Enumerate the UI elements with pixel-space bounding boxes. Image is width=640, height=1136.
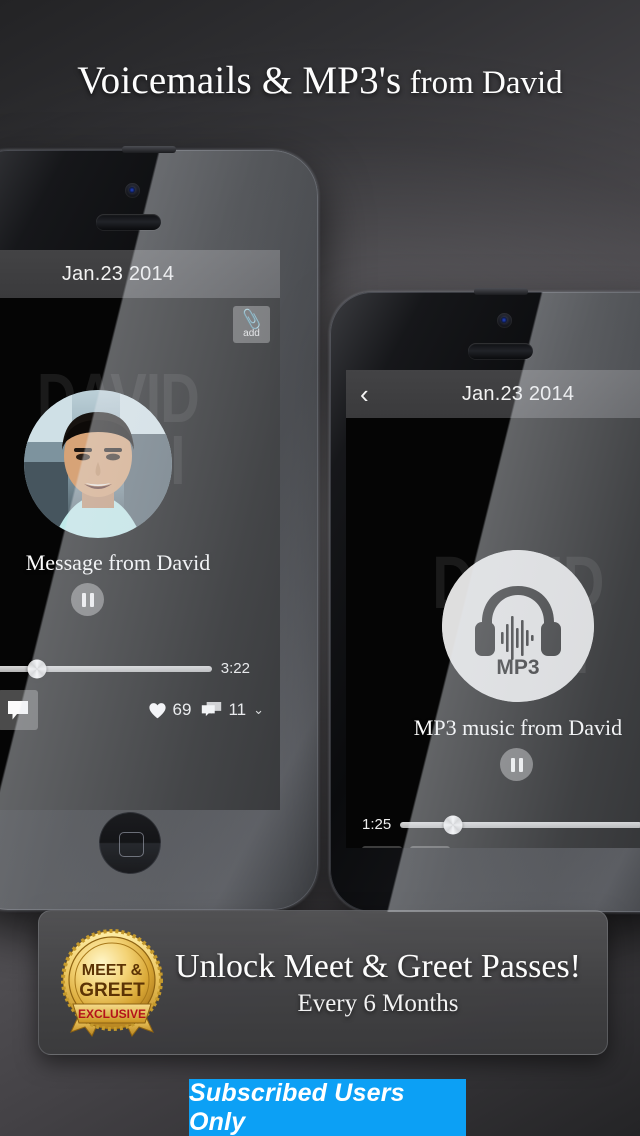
progress-knob[interactable] <box>27 659 47 678</box>
avatar[interactable] <box>24 390 172 538</box>
banner-subtitle: Every 6 Months <box>297 990 459 1018</box>
progress-knob[interactable] <box>443 815 463 834</box>
comment-count: 11 <box>228 700 247 719</box>
elapsed-time: 1:25 <box>362 816 392 833</box>
progress-track[interactable] <box>400 815 640 834</box>
front-camera-icon <box>497 313 512 328</box>
pause-icon-bar-1 <box>81 592 86 607</box>
heart-icon-small <box>148 702 166 718</box>
comment-button[interactable] <box>410 846 450 848</box>
nav-bar: ‹ Jan.23 2014 <box>346 370 640 418</box>
seal-line-1: MEET & <box>82 962 143 979</box>
avatar-photo <box>24 390 172 538</box>
speech-bubble-icon <box>8 701 28 720</box>
media-title: MP3 music from David <box>413 715 623 740</box>
page-title: Voicemails & MP3's from David <box>0 58 640 103</box>
front-camera-icon <box>125 183 140 198</box>
total-time: 3:22 <box>220 660 250 677</box>
add-attachment-button[interactable]: 📎 add <box>233 306 270 343</box>
pause-icon-bar-1 <box>510 757 515 772</box>
pause-button[interactable] <box>71 583 104 616</box>
action-row <box>362 846 458 848</box>
banner-text-block: Unlock Meet & Greet Passes! Every 6 Mont… <box>167 947 607 1018</box>
meet-greet-seal: MEET & GREET EXCLUSIVE <box>57 928 167 1038</box>
phone-mockup-voicemail: DAVID CHOI Jan.23 2014 📎 add <box>0 150 318 910</box>
media-title: Message from David <box>25 550 211 575</box>
page-title-primary: Voicemails & MP3's <box>77 59 402 102</box>
playback-progress[interactable]: 1:25 3:22 <box>362 815 640 834</box>
comments-icon <box>202 701 222 716</box>
nav-bar: Jan.23 2014 <box>0 250 280 298</box>
pause-icon-bar-2 <box>89 592 94 607</box>
cta-label: Subscribed Users Only <box>189 1078 405 1136</box>
home-button[interactable] <box>99 812 161 874</box>
paperclip-icon: 📎 <box>239 307 264 331</box>
phone-screen-mp3: DAVID CHOI ‹ Jan.23 2014 📎 add <box>346 370 640 848</box>
phone2-top-switch <box>474 288 528 295</box>
engagement-counts[interactable]: 69 11 ⌄ <box>148 700 264 720</box>
back-button[interactable]: ‹ <box>360 381 369 407</box>
mp3-badge-label: MP3 <box>496 656 539 679</box>
phone1-top-switch <box>122 146 176 153</box>
phone-mockup-mp3: DAVID CHOI ‹ Jan.23 2014 📎 add <box>330 292 640 912</box>
seal-line-2: GREET <box>79 980 145 1001</box>
pause-icon-bar-2 <box>518 757 523 772</box>
chevron-down-icon[interactable]: ⌄ <box>253 702 264 718</box>
phone-screen-voicemail: DAVID CHOI Jan.23 2014 📎 add <box>0 250 280 810</box>
nav-title-date: Jan.23 2014 <box>61 262 175 285</box>
action-row <box>0 690 46 730</box>
subscribed-users-only-button[interactable]: Subscribed Users Only <box>189 1079 466 1136</box>
mp3-badge[interactable]: MP3 <box>442 550 594 702</box>
page-title-secondary: from David <box>401 65 563 101</box>
pause-button[interactable] <box>500 748 533 781</box>
comment-button[interactable] <box>0 690 38 730</box>
exclusive-seal-icon: MEET & GREET EXCLUSIVE <box>61 928 163 1037</box>
like-button[interactable] <box>362 846 402 848</box>
nav-title-date: Jan.23 2014 <box>461 382 575 405</box>
meet-greet-banner[interactable]: MEET & GREET EXCLUSIVE Unlock Meet & Gre… <box>38 910 608 1055</box>
banner-title: Unlock Meet & Greet Passes! <box>174 947 581 985</box>
like-count: 69 <box>172 700 192 719</box>
progress-track[interactable] <box>0 659 212 678</box>
earpiece-speaker <box>468 343 533 359</box>
earpiece-speaker <box>96 214 161 230</box>
seal-ribbon-label: EXCLUSIVE <box>78 1007 146 1021</box>
playback-progress[interactable]: 1:25 3:22 <box>0 659 250 678</box>
headphones-waveform-icon: MP3 <box>442 550 594 702</box>
